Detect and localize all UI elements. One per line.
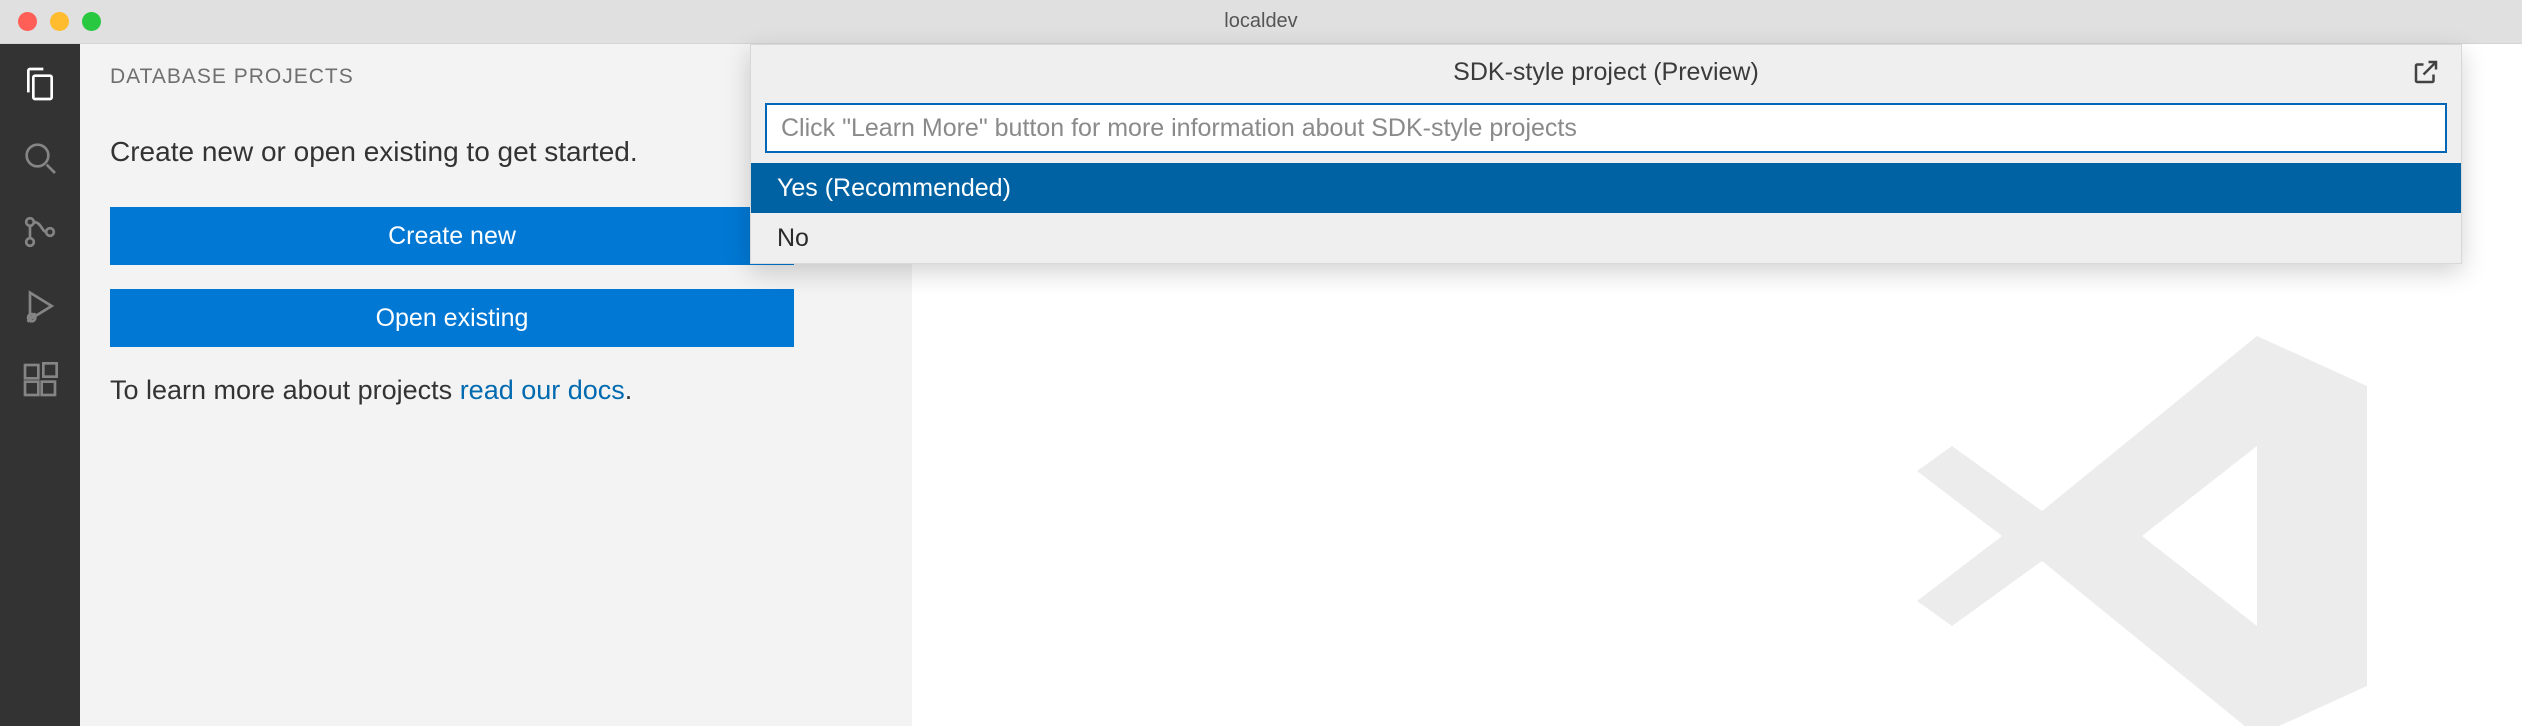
source-control-icon[interactable] xyxy=(20,212,60,252)
vscode-watermark-icon xyxy=(1892,286,2392,726)
titlebar: localdev xyxy=(0,0,2522,44)
create-new-button[interactable]: Create new xyxy=(110,207,794,265)
quick-input-header: SDK-style project (Preview) xyxy=(751,45,2461,99)
docs-text-suffix: . xyxy=(625,375,633,405)
close-window-button[interactable] xyxy=(18,12,37,31)
read-docs-link[interactable]: read our docs xyxy=(460,375,625,405)
quick-input-box-wrap xyxy=(751,99,2461,163)
window-controls xyxy=(0,12,101,31)
explorer-icon[interactable] xyxy=(20,64,60,104)
activity-bar xyxy=(0,44,80,726)
app-window: localdev DATABASE PROJECTS xyxy=(0,0,2522,726)
quick-input-box[interactable] xyxy=(765,103,2447,153)
docs-text-prefix: To learn more about projects xyxy=(110,375,460,405)
quick-input-option-no[interactable]: No xyxy=(751,213,2461,263)
open-external-icon[interactable] xyxy=(2411,57,2441,87)
quick-input-option-yes[interactable]: Yes (Recommended) xyxy=(751,163,2461,213)
docs-line: To learn more about projects read our do… xyxy=(110,371,882,410)
open-existing-button[interactable]: Open existing xyxy=(110,289,794,347)
minimize-window-button[interactable] xyxy=(50,12,69,31)
run-debug-icon[interactable] xyxy=(20,286,60,326)
extensions-icon[interactable] xyxy=(20,360,60,400)
quick-input-palette: SDK-style project (Preview) Yes (Recomme… xyxy=(750,44,2462,264)
sidebar-title: DATABASE PROJECTS xyxy=(110,65,354,89)
quick-input-title: SDK-style project (Preview) xyxy=(1453,58,1759,87)
search-icon[interactable] xyxy=(20,138,60,178)
quick-input-list: Yes (Recommended) No xyxy=(751,163,2461,263)
window-title: localdev xyxy=(1224,10,1297,33)
maximize-window-button[interactable] xyxy=(82,12,101,31)
